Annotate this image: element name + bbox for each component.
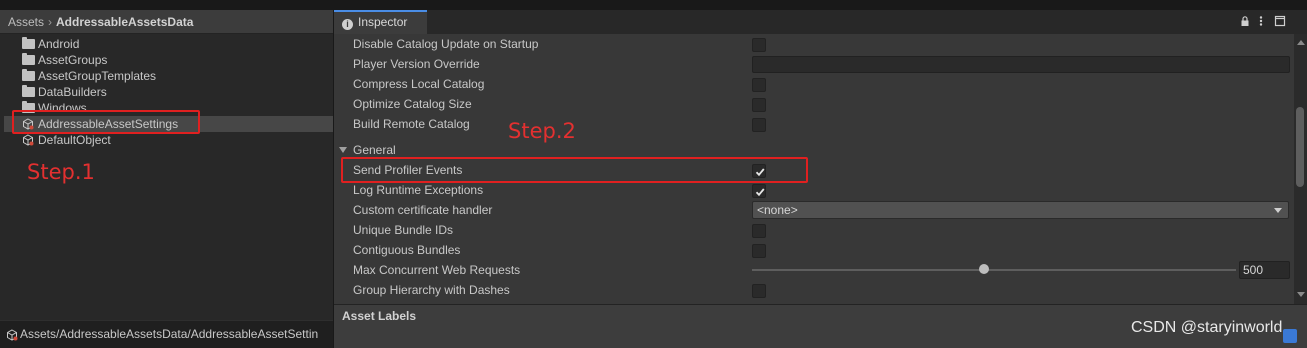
field-label: Player Version Override [353,57,480,71]
field-build-remote-catalog: Build Remote Catalog [334,114,1294,134]
field-label: Optimize Catalog Size [353,97,472,111]
inspector-scrollbar[interactable] [1294,34,1307,304]
field-custom-certificate-handler: Custom certificate handler <none> [334,200,1294,220]
field-label: Log Runtime Exceptions [353,183,484,197]
field-label: Unique Bundle IDs [353,223,454,237]
scroll-down-icon[interactable] [1297,292,1305,297]
field-disable-catalog-update: Disable Catalog Update on Startup [334,34,1294,54]
kebab-menu-icon[interactable] [1255,15,1267,27]
annotation-step1: Step.1 [27,160,95,184]
info-icon: i [342,19,353,30]
field-unique-bundle-ids: Unique Bundle IDs [334,220,1294,240]
checkbox-optimize-catalog-size[interactable] [752,98,766,112]
breadcrumb-separator-icon: › [48,15,53,29]
asset-labels-title: Asset Labels [342,309,417,323]
breadcrumb-item-assets[interactable]: Assets [8,15,44,29]
list-item-android[interactable]: Android [4,36,333,52]
checkbox-build-remote-catalog[interactable] [752,118,766,132]
field-label: Max Concurrent Web Requests [353,263,521,277]
highlight-box-step1 [12,110,200,134]
field-label: Group Hierarchy with Dashes [353,283,510,297]
field-label: Disable Catalog Update on Startup [353,37,539,51]
field-log-runtime-exceptions: Log Runtime Exceptions [334,180,1294,200]
folder-icon [22,69,35,81]
field-compress-local-catalog: Compress Local Catalog [334,74,1294,94]
field-contiguous-bundles: Contiguous Bundles [334,240,1294,260]
max-web-requests-input[interactable]: 500 [1239,261,1290,279]
checkbox-group-hierarchy-with-dashes[interactable] [752,284,766,298]
breadcrumb-item-current[interactable]: AddressableAssetsData [56,15,193,29]
list-item-label: Android [38,37,80,51]
list-item-assetgrouptemplates[interactable]: AssetGroupTemplates [4,68,333,84]
field-label: Compress Local Catalog [353,77,485,91]
scroll-up-icon[interactable] [1297,40,1305,45]
list-item-databuilders[interactable]: DataBuilders [4,84,333,100]
scriptable-object-icon [23,134,34,146]
max-web-requests-slider[interactable] [752,269,1236,271]
certificate-handler-dropdown[interactable]: <none> [752,201,1289,219]
scriptable-object-icon [7,329,18,341]
tab-label: Inspector [358,15,408,29]
field-player-version-override: Player Version Override [334,54,1294,74]
selected-path-text: Assets/AddressableAssetsData/Addressable… [20,327,319,341]
field-label: Custom certificate handler [353,203,493,217]
section-title: General [353,143,396,157]
slider-thumb[interactable] [979,264,990,274]
watermark: CSDN @staryinworld [1131,319,1283,336]
folder-icon [22,53,35,65]
field-optimize-catalog-size: Optimize Catalog Size [334,94,1294,114]
highlight-box-step2 [341,157,808,183]
field-max-concurrent-web-requests: Max Concurrent Web Requests 500 [334,260,1294,280]
inspector-tab-bar: i Inspector [334,10,1307,34]
maximize-icon[interactable] [1274,15,1286,27]
list-item-label: DefaultObject [38,133,111,147]
field-label: Build Remote Catalog [353,117,470,131]
lock-icon[interactable] [1239,15,1251,27]
breadcrumb: Assets › AddressableAssetsData [0,10,333,34]
chevron-down-icon [1274,208,1282,213]
list-item-label: AssetGroups [38,53,108,67]
checkbox-unique-bundle-ids[interactable] [752,224,766,238]
folder-icon [22,85,35,97]
list-item-label: DataBuilders [38,85,107,99]
checkbox-compress-local-catalog[interactable] [752,78,766,92]
list-item-assetgroups[interactable]: AssetGroups [4,52,333,68]
checkbox-disable-catalog-update[interactable] [752,38,766,52]
checkmark-icon [755,188,765,197]
list-item-label: AssetGroupTemplates [38,69,157,83]
foldout-arrow-icon [339,147,347,153]
annotation-step2: Step.2 [508,119,576,143]
scrollbar-thumb[interactable] [1296,107,1304,187]
player-version-override-input[interactable] [752,56,1290,73]
dropdown-value: <none> [757,203,798,217]
folder-icon [22,37,35,49]
checkbox-contiguous-bundles[interactable] [752,244,766,258]
checkbox-log-runtime-exceptions[interactable] [752,184,766,198]
list-item-defaultobject[interactable]: DefaultObject [4,132,333,148]
selected-path-bar: Assets/AddressableAssetsData/Addressable… [0,320,333,348]
label-tag-icon[interactable] [1283,329,1297,343]
tab-inspector[interactable]: i Inspector [334,10,427,34]
field-label: Contiguous Bundles [353,243,461,257]
field-group-hierarchy-with-dashes: Group Hierarchy with Dashes [334,280,1294,300]
